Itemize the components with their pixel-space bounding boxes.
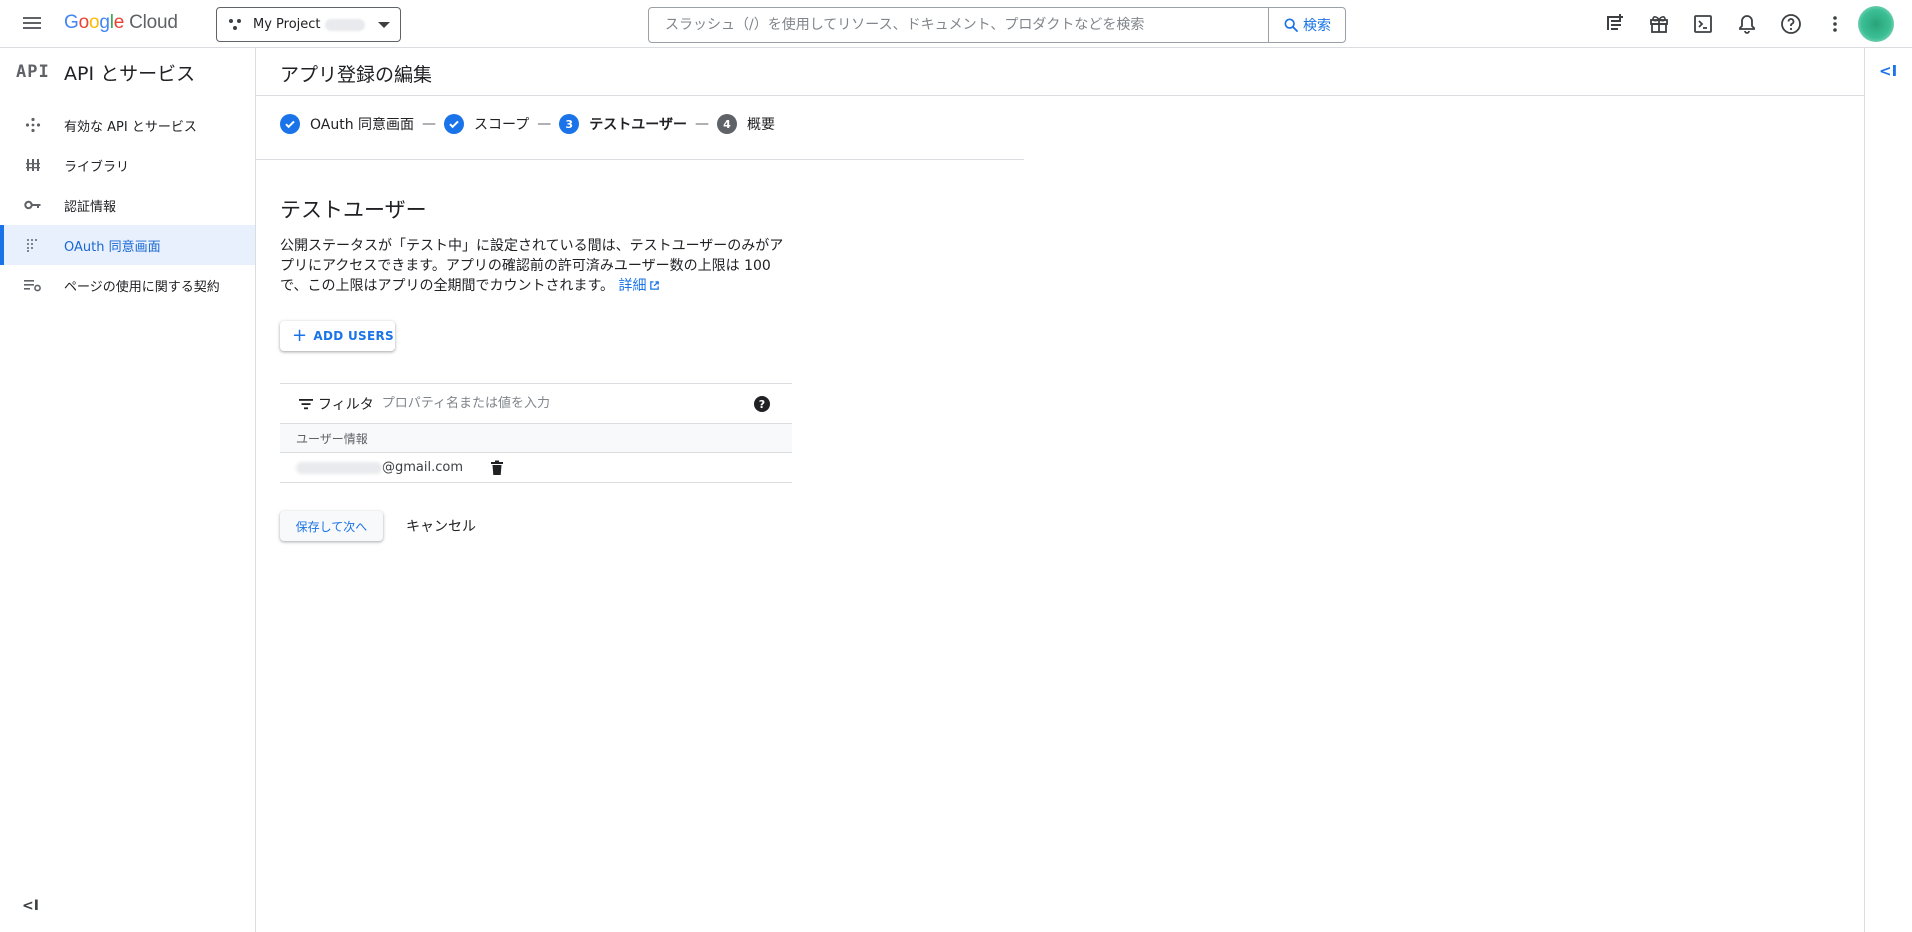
search-button-label: 検索 (1303, 18, 1331, 34)
page-header: アプリ登録の編集 (256, 48, 1864, 96)
gift-icon[interactable] (1647, 12, 1671, 36)
main-content: アプリ登録の編集 OAuth 同意画面 — スコープ — 3 テストユーザー —… (256, 48, 1864, 932)
avatar[interactable] (1858, 6, 1894, 42)
sidebar-item-label: ライブラリ (64, 159, 130, 175)
learn-more-link[interactable]: 詳細 (619, 278, 660, 294)
column-header-user-info[interactable]: ユーザー情報 (296, 430, 368, 447)
filter-bar: フィルタ ? (280, 383, 792, 423)
step-oauth-consent[interactable]: OAuth 同意画面 (310, 114, 414, 134)
page-title: アプリ登録の編集 (280, 64, 433, 86)
step-test-users[interactable]: テストユーザー (589, 114, 687, 134)
key-icon (21, 193, 45, 217)
step-separator: — (537, 116, 552, 132)
open-in-new-icon (649, 281, 659, 290)
top-bar: GoogleCloud My Project 検索 (0, 0, 1912, 48)
check-icon (444, 114, 465, 134)
step-separator: — (694, 116, 709, 132)
sidebar-item-library[interactable]: ライブラリ (0, 145, 255, 185)
apis-icon (21, 113, 45, 137)
description-text: 公開ステータスが「テスト中」に設定されている間は、テストユーザーのみがアプリにア… (280, 238, 784, 294)
sidebar-item-page-agreements[interactable]: ページの使用に関する契約 (0, 265, 255, 305)
cancel-button[interactable]: キャンセル (398, 511, 484, 541)
step-number-4: 4 (716, 114, 737, 134)
sidebar-title-text: API とサービス (64, 62, 196, 85)
library-icon (21, 153, 45, 177)
table-row: @gmail.com (280, 453, 792, 483)
user-email: @gmail.com (382, 460, 464, 475)
chevron-down-icon (378, 22, 390, 28)
search-input[interactable] (649, 8, 1269, 42)
step-summary[interactable]: 概要 (747, 114, 775, 134)
cloud-shell-icon[interactable] (1691, 12, 1715, 36)
feedback-icon[interactable] (1603, 12, 1627, 36)
stepper: OAuth 同意画面 — スコープ — 3 テストユーザー — 4 概要 (280, 112, 775, 136)
delete-icon[interactable] (490, 460, 504, 476)
expand-panel-icon[interactable]: <I (1879, 62, 1897, 80)
add-users-button[interactable]: + ADD USERS (280, 321, 395, 351)
stepper-divider (256, 159, 1024, 160)
learn-more-label: 詳細 (618, 278, 647, 294)
project-icon (229, 18, 243, 32)
sidebar-item-oauth-consent[interactable]: OAuth 同意画面 (0, 225, 255, 265)
consent-icon (21, 233, 45, 257)
google-cloud-logo[interactable]: Google Cloud (64, 12, 178, 34)
sidebar-item-enabled-apis[interactable]: 有効な API とサービス (0, 105, 255, 145)
right-side-panel: <I (1864, 48, 1912, 932)
sidebar-item-credentials[interactable]: 認証情報 (0, 185, 255, 225)
section-title: テストユーザー (280, 198, 427, 222)
step-number-3: 3 (559, 114, 580, 134)
more-vert-icon[interactable] (1823, 12, 1847, 36)
sidebar: API API とサービス 有効な API とサービス ライブラリ 認証情報 O… (0, 48, 256, 932)
project-picker[interactable]: My Project (216, 7, 401, 42)
search-button[interactable]: 検索 (1268, 8, 1345, 42)
collapse-sidebar-icon[interactable]: <I (22, 898, 42, 918)
add-users-label: ADD USERS (313, 329, 394, 343)
sidebar-item-label: 有効な API とサービス (64, 119, 197, 135)
plus-icon: + (292, 325, 308, 346)
sidebar-item-label: ページの使用に関する契約 (64, 279, 220, 295)
sidebar-item-label: 認証情報 (64, 199, 117, 215)
search-bar: 検索 (648, 7, 1346, 43)
filter-label: フィルタ (318, 396, 374, 413)
test-users-table: フィルタ ? ユーザー情報 @gmail.com (280, 383, 792, 483)
email-username-redacted (296, 461, 382, 474)
logo-google: Google (64, 12, 125, 33)
filter-icon (299, 398, 313, 409)
table-header: ユーザー情報 (280, 423, 792, 453)
check-icon (280, 114, 300, 134)
question-icon[interactable]: ? (754, 396, 770, 412)
logo-cloud: Cloud (129, 12, 178, 33)
bell-icon[interactable] (1735, 12, 1759, 36)
project-id-redacted (324, 18, 365, 31)
filter-input[interactable] (381, 396, 712, 411)
agreements-icon (21, 273, 45, 297)
step-separator: — (422, 116, 437, 132)
sidebar-item-label: OAuth 同意画面 (64, 239, 161, 255)
save-and-continue-button[interactable]: 保存して次へ (280, 511, 383, 541)
api-logo-icon: API (16, 62, 50, 82)
section-description: 公開ステータスが「テスト中」に設定されている間は、テストユーザーのみがアプリにア… (280, 236, 792, 296)
cancel-button-label: キャンセル (406, 519, 476, 535)
search-icon (1284, 18, 1298, 32)
menu-icon[interactable] (20, 12, 44, 36)
project-name: My Project (253, 17, 321, 32)
sidebar-title: API API とサービス (16, 60, 196, 85)
save-button-label: 保存して次へ (295, 519, 368, 534)
help-circle-icon[interactable] (1779, 12, 1803, 36)
step-scopes[interactable]: スコープ (474, 114, 529, 134)
